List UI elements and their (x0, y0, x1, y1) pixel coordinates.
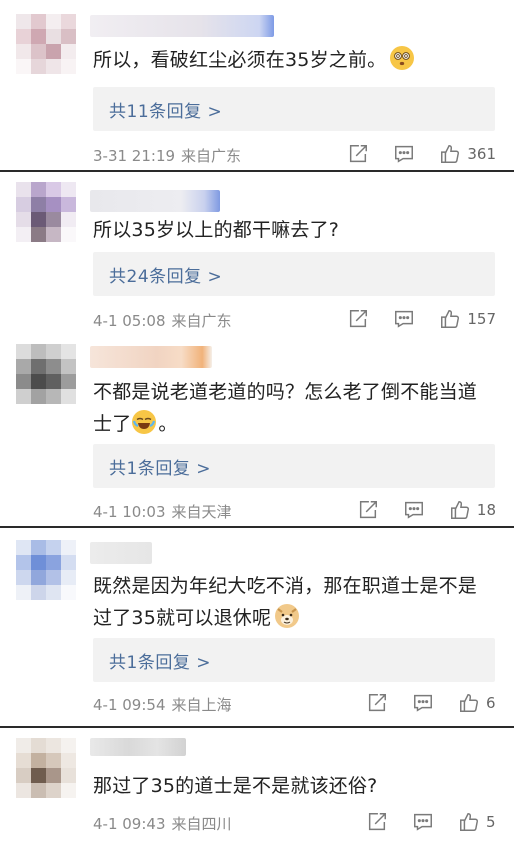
avatar[interactable] (16, 344, 76, 404)
like-count: 5 (486, 813, 496, 831)
share-icon[interactable] (366, 692, 388, 714)
share-icon[interactable] (366, 811, 388, 833)
view-replies-button[interactable]: 共1条回复 > (93, 638, 495, 682)
username-blurred[interactable] (90, 346, 212, 368)
location: 来自上海 (171, 696, 232, 714)
like-icon[interactable] (458, 692, 480, 714)
doge-emoji (275, 604, 300, 628)
avatar[interactable] (16, 738, 76, 798)
timestamp: 4-1 09:43 (93, 815, 166, 833)
comment-item: 那过了35的道士是不是就该还俗? 4-1 09:43 来自四川 5 (0, 728, 514, 842)
comment-text: 所以，看破红尘必须在35岁之前。 (93, 44, 496, 76)
laugh-cry-emoji (132, 410, 157, 434)
comment-item: 所以35岁以上的都干嘛去了? 共24条回复 > 4-1 05:08 来自广东 15… (0, 172, 514, 334)
comment-actions: 18 (333, 498, 496, 522)
username-blurred[interactable] (90, 542, 152, 564)
comment-text: 不都是说老道老道的吗？怎么老了倒不能当道 士了 。 (93, 381, 478, 435)
like-icon[interactable] (449, 499, 471, 521)
comment-icon[interactable] (412, 811, 434, 833)
comment-actions: 361 (323, 142, 496, 166)
comment-meta: 4-1 05:08 来自广东 (93, 310, 232, 331)
comment-text: 那过了35的道士是不是就该还俗? (93, 775, 378, 797)
comment-icon[interactable] (412, 692, 434, 714)
comment-meta: 4-1 10:03 来自天津 (93, 501, 232, 522)
comment-icon[interactable] (393, 308, 415, 330)
like-count: 18 (476, 501, 496, 519)
view-replies-button[interactable]: 共24条回复 > (93, 252, 495, 296)
location: 来自广东 (181, 147, 242, 165)
comment-text: 所以35岁以上的都干嘛去了? (93, 219, 340, 241)
view-replies-button[interactable]: 共11条回复 > (93, 87, 495, 131)
share-icon[interactable] (347, 308, 369, 330)
like-count: 157 (467, 310, 496, 328)
comment-text: 既然是因为年纪大吃不消，那在职道士是不是 过了35就可以退休呢 (93, 575, 478, 629)
comment-item: 不都是说老道老道的吗？怎么老了倒不能当道 士了 。 共1条回复 > 4-1 10… (0, 334, 514, 526)
comment-meta: 3-31 21:19 来自广东 (93, 145, 241, 166)
comment-item: 既然是因为年纪大吃不消，那在职道士是不是 过了35就可以退休呢 共1条回复 > … (0, 528, 514, 726)
comment-icon[interactable] (403, 499, 425, 521)
comment-icon[interactable] (393, 143, 415, 165)
dizzy-face-emoji (390, 46, 415, 70)
avatar[interactable] (16, 14, 76, 74)
avatar[interactable] (16, 182, 76, 242)
comment-actions: 6 (342, 691, 496, 715)
location: 来自广东 (171, 312, 232, 330)
like-icon[interactable] (458, 811, 480, 833)
timestamp: 4-1 09:54 (93, 696, 166, 714)
username-blurred[interactable] (90, 190, 220, 212)
username-blurred[interactable] (90, 738, 186, 756)
location: 来自天津 (171, 503, 232, 521)
like-icon[interactable] (439, 143, 461, 165)
like-icon[interactable] (439, 308, 461, 330)
timestamp: 4-1 10:03 (93, 503, 166, 521)
comment-meta: 4-1 09:43 来自四川 (93, 813, 232, 834)
timestamp: 3-31 21:19 (93, 147, 176, 165)
share-icon[interactable] (347, 143, 369, 165)
avatar[interactable] (16, 540, 76, 600)
share-icon[interactable] (357, 499, 379, 521)
comment-actions: 157 (323, 307, 496, 331)
like-count: 6 (486, 694, 496, 712)
username-blurred[interactable] (90, 15, 274, 37)
comment-actions: 5 (342, 810, 496, 834)
timestamp: 4-1 05:08 (93, 312, 166, 330)
location: 来自四川 (171, 815, 232, 833)
comment-item: 所以，看破红尘必须在35岁之前。 共11条回复 > 3-31 21:19 来自广东 (0, 0, 514, 170)
comment-meta: 4-1 09:54 来自上海 (93, 694, 232, 715)
comment-feed: 所以，看破红尘必须在35岁之前。 共11条回复 > 3-31 21:19 来自广东 (0, 0, 514, 842)
like-count: 361 (467, 145, 496, 163)
view-replies-button[interactable]: 共1条回复 > (93, 444, 495, 488)
